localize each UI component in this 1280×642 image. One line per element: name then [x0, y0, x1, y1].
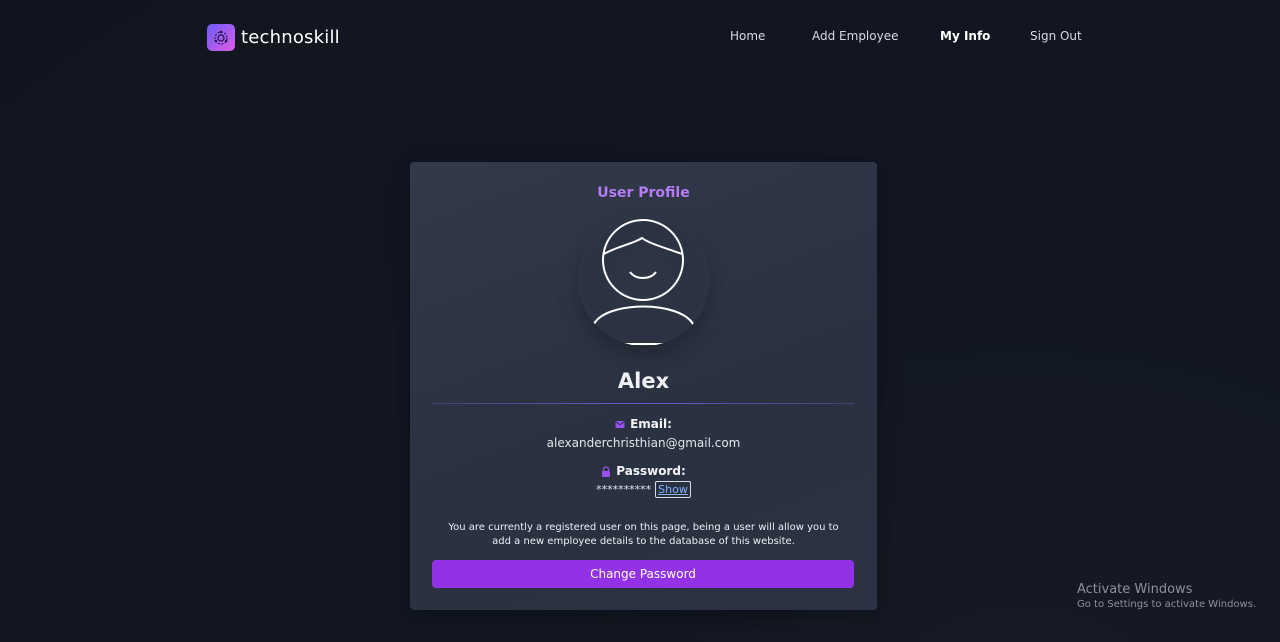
card-title: User Profile [597, 185, 690, 201]
password-masked: ********** [596, 483, 652, 496]
nav-links: Home Add Employee My Info Sign Out [0, 29, 1280, 45]
windows-activation-watermark: Activate Windows Go to Settings to activ… [1077, 582, 1256, 610]
lock-icon [601, 465, 611, 477]
avatar [578, 214, 710, 346]
watermark-title: Activate Windows [1077, 582, 1193, 597]
user-avatar-icon [592, 219, 695, 345]
navbar: technoskill Home Add Employee My Info Si… [0, 0, 1280, 74]
nav-item-home[interactable]: Home [730, 29, 765, 43]
password-row: ********** Show [410, 481, 877, 498]
user-name: Alex [617, 369, 670, 393]
change-password-button[interactable]: Change Password [432, 560, 854, 588]
email-label: Email: [630, 417, 672, 431]
user-profile-card: User Profile Alex Email: alexanderchrist… [410, 162, 877, 610]
envelope-icon [615, 419, 625, 429]
nav-item-my-info[interactable]: My Info [940, 29, 990, 43]
watermark-subtitle: Go to Settings to activate Windows. [1077, 599, 1257, 610]
email-label-row: Email: [410, 417, 877, 431]
email-value: alexanderchristhian@gmail.com [546, 436, 741, 450]
show-password-button[interactable]: Show [655, 481, 691, 498]
password-label: Password: [616, 464, 686, 478]
info-text: You are currently a registered user on t… [448, 522, 839, 547]
divider [432, 403, 854, 404]
password-label-row: Password: [410, 464, 877, 478]
nav-item-sign-out[interactable]: Sign Out [1030, 29, 1082, 43]
nav-item-add-employee[interactable]: Add Employee [812, 29, 898, 43]
